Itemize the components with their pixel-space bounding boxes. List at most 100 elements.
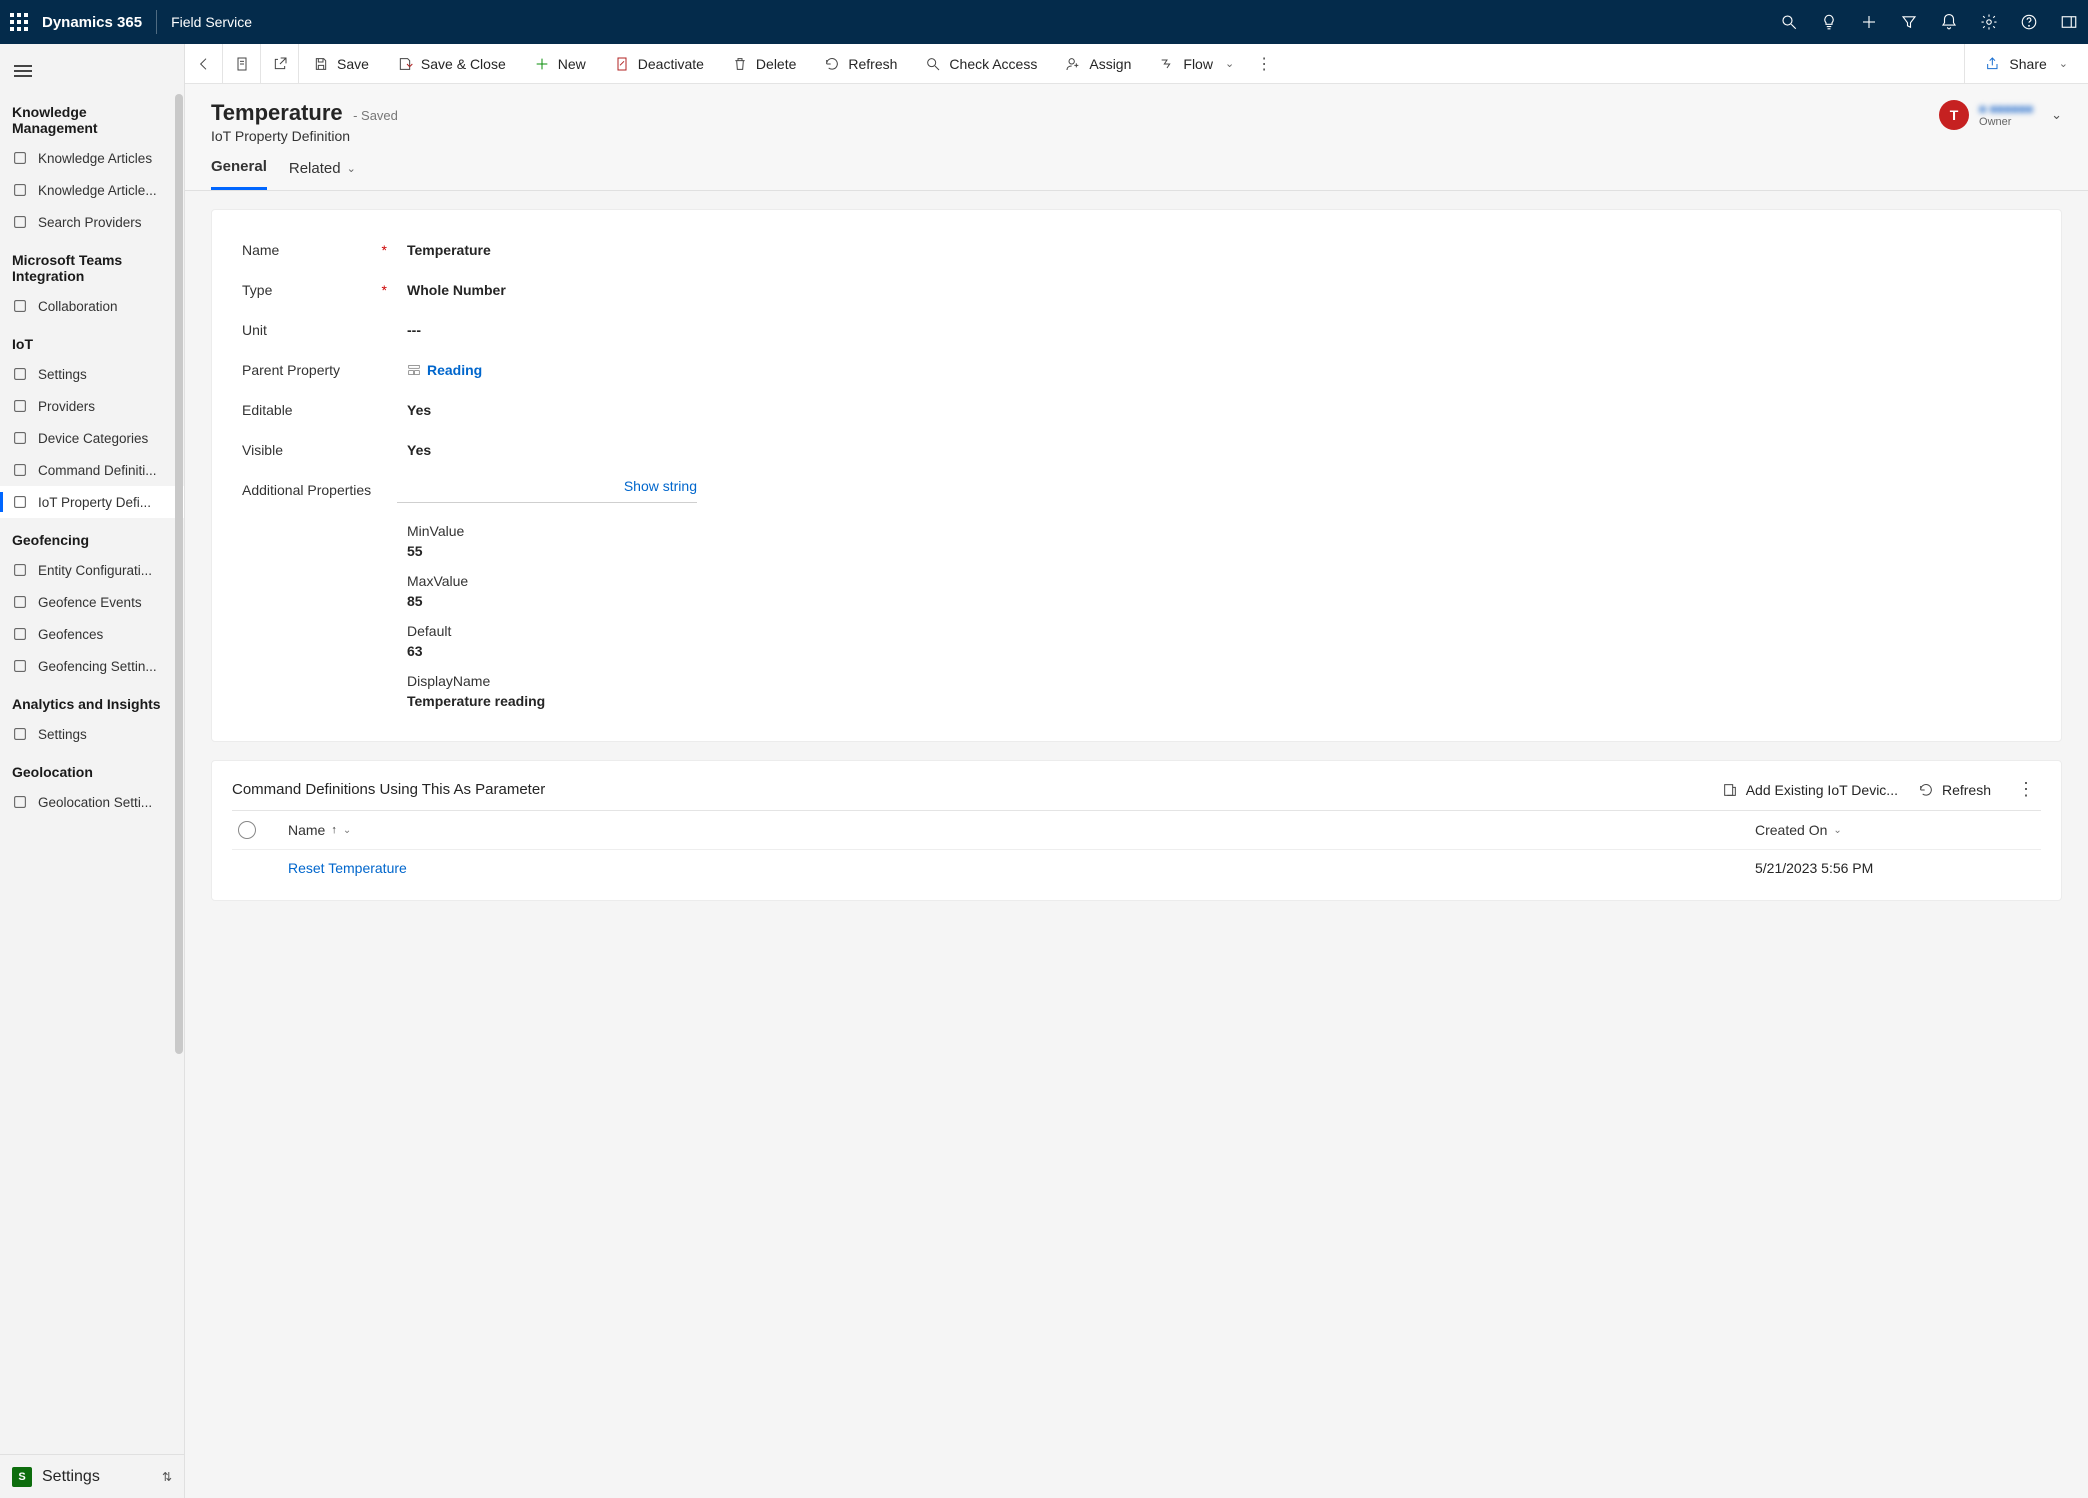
required-marker: * xyxy=(382,282,387,298)
chevron-down-icon: ⌄ xyxy=(2059,57,2068,70)
popout-button[interactable] xyxy=(261,44,299,84)
bell-icon[interactable] xyxy=(1940,13,1958,31)
required-marker: * xyxy=(382,242,387,258)
sidebar-item-label: Collaboration xyxy=(38,299,118,314)
column-name[interactable]: Name ↑ ⌄ xyxy=(288,822,1755,838)
general-section: Name * Temperature Type * Whole Number U… xyxy=(211,209,2062,742)
parent-lookup[interactable]: Reading xyxy=(397,358,482,378)
gear-icon[interactable] xyxy=(1980,13,1998,31)
owner-role: Owner xyxy=(1979,116,2033,128)
sidebar-item[interactable]: Settings xyxy=(0,358,184,390)
editable-value[interactable]: Yes xyxy=(397,398,431,418)
global-topbar: Dynamics 365 Field Service xyxy=(0,0,2088,44)
nav-section-title: Analytics and Insights xyxy=(0,682,184,718)
sidebar-item[interactable]: Knowledge Article... xyxy=(0,174,184,206)
property-key: MaxValue xyxy=(407,573,2031,589)
check-access-button[interactable]: Check Access xyxy=(911,56,1051,72)
deactivate-label: Deactivate xyxy=(638,56,704,72)
deactivate-button[interactable]: Deactivate xyxy=(600,56,718,72)
chevron-down-icon: ⌄ xyxy=(343,825,351,836)
nav-section-title: IoT xyxy=(0,322,184,358)
add-existing-label: Add Existing IoT Devic... xyxy=(1746,782,1898,798)
brand-separator xyxy=(156,10,157,34)
chevron-down-icon[interactable]: ⌄ xyxy=(2051,107,2062,123)
sort-asc-icon: ↑ xyxy=(331,824,337,836)
form-selector-button[interactable] xyxy=(223,44,261,84)
show-string-link[interactable]: Show string xyxy=(624,478,697,494)
save-close-button[interactable]: Save & Close xyxy=(383,56,520,72)
row-name-link[interactable]: Reset Temperature xyxy=(288,860,1755,876)
property-key: Default xyxy=(407,623,2031,639)
sidebar-item[interactable]: Knowledge Articles xyxy=(0,142,184,174)
sidebar-item[interactable]: Geofence Events xyxy=(0,586,184,618)
property-key: DisplayName xyxy=(407,673,2031,689)
search-icon[interactable] xyxy=(1780,13,1798,31)
delete-button[interactable]: Delete xyxy=(718,56,810,72)
tab-general[interactable]: General xyxy=(211,158,267,190)
table-row[interactable]: Reset Temperature5/21/2023 5:56 PM xyxy=(232,850,2041,886)
flow-button[interactable]: Flow ⌄ xyxy=(1145,56,1248,72)
record-header: Temperature - Saved IoT Property Definit… xyxy=(185,84,2088,144)
panel-icon[interactable] xyxy=(2060,13,2078,31)
sidebar-item[interactable]: Geofences xyxy=(0,618,184,650)
save-button[interactable]: Save xyxy=(299,56,383,72)
nav-section-title: Geolocation xyxy=(0,750,184,786)
select-all-checkbox[interactable] xyxy=(238,821,256,839)
sidebar-item[interactable]: Geolocation Setti... xyxy=(0,786,184,818)
column-created[interactable]: Created On ⌄ xyxy=(1755,822,2035,838)
parent-value: Reading xyxy=(427,362,482,378)
sidebar-item-label: Geolocation Setti... xyxy=(38,795,152,810)
brand-label: Dynamics 365 xyxy=(42,14,142,31)
sidebar-item[interactable]: Device Categories xyxy=(0,422,184,454)
name-label: Name xyxy=(242,242,279,258)
subgrid-refresh-label: Refresh xyxy=(1942,782,1991,798)
column-name-label: Name xyxy=(288,822,325,838)
lightbulb-icon[interactable] xyxy=(1820,13,1838,31)
form-tabs: General Related ⌄ xyxy=(185,144,2088,191)
subgrid-refresh-button[interactable]: Refresh xyxy=(1918,782,1991,798)
tab-related[interactable]: Related ⌄ xyxy=(289,158,356,190)
share-button[interactable]: Share ⌄ xyxy=(1971,56,2082,72)
type-value[interactable]: Whole Number xyxy=(397,278,506,298)
property-value: 63 xyxy=(407,643,2031,659)
plus-icon[interactable] xyxy=(1860,13,1878,31)
refresh-icon xyxy=(824,56,840,72)
name-value[interactable]: Temperature xyxy=(397,238,491,258)
visible-value[interactable]: Yes xyxy=(397,438,431,458)
hamburger-icon[interactable] xyxy=(0,52,184,90)
assign-button[interactable]: Assign xyxy=(1051,56,1145,72)
back-button[interactable] xyxy=(185,44,223,84)
help-icon[interactable] xyxy=(2020,13,2038,31)
record-status: - Saved xyxy=(353,108,398,123)
sidebar-item[interactable]: Providers xyxy=(0,390,184,422)
overflow-button[interactable]: ⋮ xyxy=(1248,54,1280,74)
visible-label: Visible xyxy=(242,442,283,458)
sidebar-item[interactable]: Geofencing Settin... xyxy=(0,650,184,682)
refresh-label: Refresh xyxy=(848,56,897,72)
refresh-icon xyxy=(1918,782,1934,798)
area-switcher[interactable]: S Settings ⇅ xyxy=(0,1454,184,1498)
chevron-down-icon: ⌄ xyxy=(1833,825,1841,836)
owner-block[interactable]: T ■ ■■■■■■ Owner ⌄ xyxy=(1939,100,2062,130)
sidebar-item[interactable]: Search Providers xyxy=(0,206,184,238)
column-created-label: Created On xyxy=(1755,822,1827,838)
refresh-button[interactable]: Refresh xyxy=(810,56,911,72)
filter-icon[interactable] xyxy=(1900,13,1918,31)
add-existing-button[interactable]: Add Existing IoT Devic... xyxy=(1722,782,1898,798)
sidebar-item[interactable]: Entity Configurati... xyxy=(0,554,184,586)
app-launcher-icon[interactable] xyxy=(10,13,28,31)
sidebar-item-label: Knowledge Article... xyxy=(38,183,157,198)
sidebar-item[interactable]: Command Definiti... xyxy=(0,454,184,486)
property-value: 85 xyxy=(407,593,2031,609)
subgrid-title: Command Definitions Using This As Parame… xyxy=(232,781,545,798)
unit-value[interactable]: --- xyxy=(397,318,421,338)
sidebar-scrollbar[interactable] xyxy=(174,94,184,1428)
sidebar-item[interactable]: IoT Property Defi... xyxy=(0,486,184,518)
lookup-icon xyxy=(407,363,421,377)
subgrid-overflow-button[interactable]: ⋮ xyxy=(2011,779,2041,800)
sidebar-item[interactable]: Collaboration xyxy=(0,290,184,322)
tab-general-label: General xyxy=(211,158,267,175)
new-button[interactable]: New xyxy=(520,56,600,72)
sidebar-item[interactable]: Settings xyxy=(0,718,184,750)
additional-property: DisplayNameTemperature reading xyxy=(407,673,2031,709)
